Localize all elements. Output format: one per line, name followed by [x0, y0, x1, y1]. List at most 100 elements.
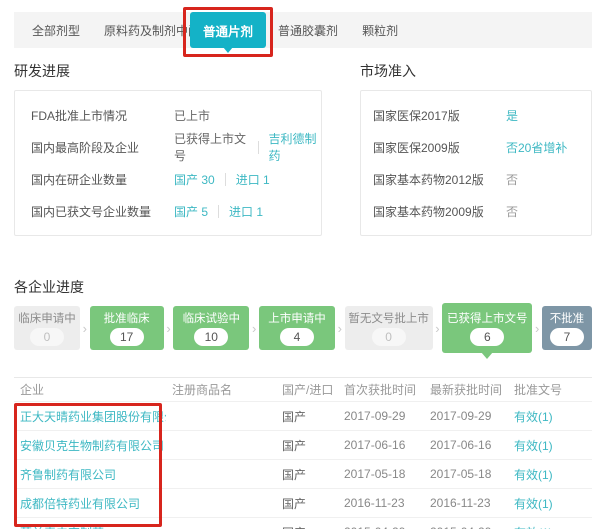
rd-progress-section: 研发进展 FDA批准上市情况 已上市 国内最高阶段及企业 已获得上市文号 吉利德… [14, 62, 322, 236]
stage-count-badge: 0 [30, 328, 64, 346]
stage-no-license-approved[interactable]: 暂无文号批上市 0 [345, 306, 433, 350]
stage-count-badge: 4 [280, 328, 314, 346]
stage-clinical-application[interactable]: 临床申请中 0 [14, 306, 80, 350]
arrow-right-icon: › [434, 322, 440, 335]
first-approval-cell: 2017-06-16 [338, 438, 424, 452]
info-panels: 研发进展 FDA批准上市情况 已上市 国内最高阶段及企业 已获得上市文号 吉利德… [14, 62, 592, 236]
stage-rejected[interactable]: 不批准 7 [542, 306, 592, 350]
stage-label: 已获得上市文号 [447, 310, 528, 326]
info-row-essential-2012: 国家基本药物2012版 否 [361, 163, 591, 195]
first-approval-cell: 2016-11-23 [338, 496, 424, 510]
stage-label: 上市申请中 [268, 310, 326, 326]
arrow-right-icon: › [534, 322, 540, 335]
domestic-count-link[interactable]: 国产 5 [174, 203, 208, 220]
company-link[interactable]: 齐鲁制药有限公司 [14, 466, 166, 483]
import-count-link[interactable]: 进口 1 [236, 171, 270, 188]
divider [225, 173, 226, 186]
dosage-form-tab-bar: 全部剂型 原料药及制剂中间体 普通片剂 普通胶囊剂 颗粒剂 [14, 12, 592, 48]
company-link[interactable]: 安徽贝克生物制药有限公司 [14, 437, 166, 454]
info-value: 已获得上市文号 [174, 130, 248, 164]
first-approval-cell: 2017-05-18 [338, 467, 424, 481]
latest-approval-cell: 2015-04-29 [424, 525, 508, 529]
tab-common-tablets[interactable]: 普通片剂 [190, 12, 266, 48]
license-link[interactable]: 有效(1) [508, 437, 592, 454]
arrow-right-icon: › [251, 322, 257, 335]
medicare-2017-value[interactable]: 是 [506, 107, 518, 124]
license-link[interactable]: 有效(1) [508, 495, 592, 512]
info-row-medicare-2009: 国家医保2009版 否20省增补 [361, 131, 591, 163]
col-header-first-approval: 首次获批时间 [338, 381, 424, 398]
essential-2009-value: 否 [506, 203, 518, 220]
origin-cell: 国产 [276, 408, 338, 425]
stage-label: 批准临床 [104, 310, 150, 326]
license-link[interactable]: 有效(1) [508, 466, 592, 483]
table-row: 成都倍特药业有限公司 国产 2016-11-23 2016-11-23 有效(1… [14, 488, 592, 517]
col-header-company: 企业 [14, 381, 166, 398]
info-label: 国家医保2017版 [373, 107, 506, 124]
table-header-row: 企业 注册商品名 国产/进口 首次获批时间 最新获批时间 批准文号 [14, 378, 592, 401]
first-approval-cell: 2017-09-29 [338, 409, 424, 423]
divider [258, 141, 259, 154]
col-header-license: 批准文号 [508, 381, 592, 398]
companies-table: 企业 注册商品名 国产/进口 首次获批时间 最新获批时间 批准文号 正大天晴药业… [14, 377, 592, 529]
active-tab-wrap: 普通片剂 [190, 16, 266, 44]
col-header-brand: 注册商品名 [166, 381, 276, 398]
import-count-link[interactable]: 进口 1 [229, 203, 263, 220]
col-header-origin: 国产/进口 [276, 381, 338, 398]
company-link[interactable]: 葛兰素史克制药 [14, 524, 166, 529]
company-link[interactable]: 正大天晴药业集团股份有限公司 [14, 408, 166, 425]
table-row: 葛兰素史克制药 国产 2015-04-29 2015-04-29 有效(1) [14, 517, 592, 529]
info-value: 已上市 [174, 107, 210, 124]
latest-approval-cell: 2017-09-29 [424, 409, 508, 423]
first-approval-cell: 2015-04-29 [338, 525, 424, 529]
market-access-panel: 国家医保2017版 是 国家医保2009版 否20省增补 国家基本药物2012版… [360, 90, 592, 236]
license-link[interactable]: 有效(1) [508, 524, 592, 529]
origin-cell: 国产 [276, 437, 338, 454]
stage-clinical-trial[interactable]: 临床试验中 10 [173, 306, 249, 350]
stage-market-application[interactable]: 上市申请中 4 [259, 306, 335, 350]
info-row-medicare-2017: 国家医保2017版 是 [361, 99, 591, 131]
table-row: 安徽贝克生物制药有限公司 国产 2017-06-16 2017-06-16 有效… [14, 430, 592, 459]
info-label: 国家基本药物2009版 [373, 203, 506, 220]
rd-progress-panel: FDA批准上市情况 已上市 国内最高阶段及企业 已获得上市文号 吉利德制药 国内… [14, 90, 322, 236]
info-row-domestic-stage: 国内最高阶段及企业 已获得上市文号 吉利德制药 [15, 131, 321, 163]
info-label: 国家基本药物2012版 [373, 171, 506, 188]
market-access-section: 市场准入 国家医保2017版 是 国家医保2009版 否20省增补 国家基本药物… [360, 62, 592, 236]
info-row-essential-2009: 国家基本药物2009版 否 [361, 195, 591, 227]
divider [218, 205, 219, 218]
info-label: 国内最高阶段及企业 [31, 139, 174, 156]
info-label: FDA批准上市情况 [31, 107, 174, 124]
info-label: 国家医保2009版 [373, 139, 506, 156]
tab-granules[interactable]: 颗粒剂 [354, 22, 406, 39]
info-row-fda: FDA批准上市情况 已上市 [15, 99, 321, 131]
essential-2012-value: 否 [506, 171, 518, 188]
stage-count-badge: 10 [194, 328, 228, 346]
market-access-title: 市场准入 [360, 62, 592, 80]
table-row: 正大天晴药业集团股份有限公司 国产 2017-09-29 2017-09-29 … [14, 401, 592, 430]
tab-common-capsules[interactable]: 普通胶囊剂 [270, 22, 346, 39]
latest-approval-cell: 2017-06-16 [424, 438, 508, 452]
stage-clinical-approved[interactable]: 批准临床 17 [90, 306, 164, 350]
stage-count-badge: 6 [470, 328, 504, 346]
stage-count-badge: 7 [550, 328, 584, 346]
company-progress-title: 各企业进度 [14, 278, 84, 296]
license-link[interactable]: 有效(1) [508, 408, 592, 425]
info-label: 国内在研企业数量 [31, 171, 174, 188]
company-link[interactable]: 成都倍特药业有限公司 [14, 495, 166, 512]
origin-cell: 国产 [276, 495, 338, 512]
origin-cell: 国产 [276, 466, 338, 483]
stage-licensed-selected[interactable]: 已获得上市文号 6 [442, 303, 532, 353]
stage-count-badge: 17 [110, 328, 144, 346]
tab-all-dosage-forms[interactable]: 全部剂型 [24, 22, 88, 39]
latest-approval-cell: 2017-05-18 [424, 467, 508, 481]
info-row-licensed-count: 国内已获文号企业数量 国产 5 进口 1 [15, 195, 321, 227]
domestic-count-link[interactable]: 国产 30 [174, 171, 215, 188]
company-link-gilead[interactable]: 吉利德制药 [268, 130, 321, 164]
progress-pipeline: 临床申请中 0 › 批准临床 17 › 临床试验中 10 › 上市申请中 4 ›… [14, 302, 592, 354]
info-label: 国内已获文号企业数量 [31, 203, 174, 220]
medicare-2009-value[interactable]: 否20省增补 [506, 139, 567, 156]
arrow-right-icon: › [82, 322, 88, 335]
latest-approval-cell: 2016-11-23 [424, 496, 508, 510]
info-row-researching-count: 国内在研企业数量 国产 30 进口 1 [15, 163, 321, 195]
stage-label: 临床申请中 [18, 310, 76, 326]
